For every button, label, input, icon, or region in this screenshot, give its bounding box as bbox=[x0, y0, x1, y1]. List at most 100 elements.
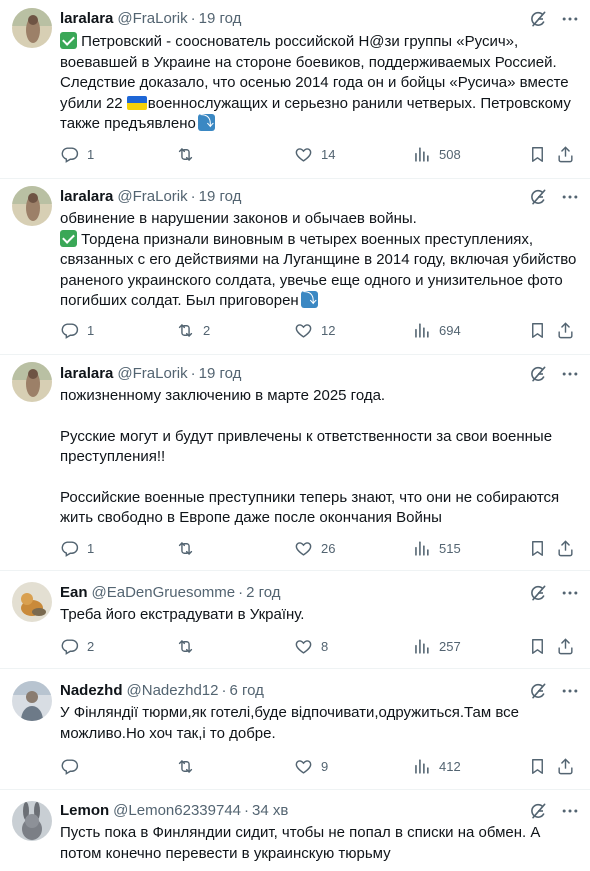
reply-icon bbox=[60, 539, 79, 558]
post-time[interactable]: 2 год bbox=[246, 584, 280, 601]
text-line: убили 22 bbox=[60, 94, 127, 112]
bookmark-button[interactable] bbox=[528, 635, 547, 657]
grok-icon[interactable] bbox=[528, 9, 548, 29]
view-count: 257 bbox=[439, 638, 461, 654]
retweet-button[interactable] bbox=[176, 755, 203, 777]
post[interactable]: laralara @FraLorik · 19 год Петровский - со… bbox=[0, 0, 590, 179]
author-handle[interactable]: @Lemon62339744 bbox=[113, 802, 241, 819]
like-button[interactable]: 8 bbox=[294, 635, 328, 657]
like-button[interactable]: 14 bbox=[294, 143, 335, 165]
views-button[interactable]: 257 bbox=[412, 635, 461, 657]
grok-icon[interactable] bbox=[528, 801, 548, 821]
author-name[interactable]: laralara bbox=[60, 188, 113, 205]
grok-icon[interactable] bbox=[528, 187, 548, 207]
reply-button[interactable]: 1 bbox=[60, 537, 94, 559]
author-name[interactable]: Nadezhd bbox=[60, 682, 123, 699]
author-handle[interactable]: @FraLorik bbox=[117, 365, 187, 382]
post[interactable]: Ean @EaDenGruesomme · 2 год Треба його екст… bbox=[0, 570, 590, 669]
text-line: У Фінляндії тюрми,як готелі,буде відпочи… bbox=[60, 704, 520, 721]
post-time[interactable]: 6 год bbox=[229, 682, 263, 699]
retweet-button[interactable]: 2 bbox=[176, 319, 210, 341]
bookmark-button[interactable] bbox=[528, 319, 547, 341]
post-time[interactable]: 19 год bbox=[199, 10, 242, 27]
bookmark-button[interactable] bbox=[528, 143, 547, 165]
retweet-count: 2 bbox=[203, 322, 211, 338]
view-count: 694 bbox=[439, 322, 461, 338]
share-button[interactable] bbox=[556, 319, 575, 341]
text-line: обвинение в нарушении законов и обычаев … bbox=[60, 210, 417, 227]
reply-button[interactable]: 2 bbox=[60, 635, 94, 657]
retweet-button[interactable] bbox=[176, 143, 203, 165]
reply-button[interactable] bbox=[60, 755, 87, 777]
reply-icon bbox=[60, 637, 79, 656]
grok-icon[interactable] bbox=[528, 681, 548, 701]
post-time[interactable]: 19 год bbox=[199, 365, 242, 382]
views-button[interactable]: 412 bbox=[412, 755, 461, 777]
author-handle[interactable]: @EaDenGruesomme bbox=[92, 584, 236, 601]
post-time[interactable]: 34 хв bbox=[252, 802, 288, 819]
views-button[interactable]: 508 bbox=[412, 143, 461, 165]
post[interactable]: Nadezhd @Nadezhd12 · 6 год У Фінляндії тюрм… bbox=[0, 668, 590, 790]
ukraine-flag-icon bbox=[126, 95, 147, 110]
reply-icon bbox=[60, 321, 79, 340]
post-text: обвинение в нарушении законов и обычаев … bbox=[60, 209, 580, 312]
text-line: связанных с его действиями на Луганщине … bbox=[60, 251, 577, 268]
author-name[interactable]: Lemon bbox=[60, 802, 109, 819]
check-mark-emoji-icon bbox=[60, 32, 77, 49]
share-button[interactable] bbox=[556, 143, 575, 165]
like-button[interactable]: 26 bbox=[294, 537, 335, 559]
grok-icon[interactable] bbox=[528, 364, 548, 384]
bookmark-icon bbox=[528, 539, 547, 558]
more-icon[interactable] bbox=[560, 801, 580, 821]
avatar[interactable] bbox=[12, 582, 52, 622]
author-handle[interactable]: @Nadezhd12 bbox=[127, 682, 219, 699]
more-icon[interactable] bbox=[560, 364, 580, 384]
text-line: Петровский - сооснователь российской Н@з… bbox=[81, 33, 519, 50]
avatar[interactable] bbox=[12, 681, 52, 721]
views-icon bbox=[412, 321, 431, 340]
views-button[interactable]: 515 bbox=[412, 537, 461, 559]
check-mark-emoji-icon bbox=[60, 229, 77, 247]
author-name[interactable]: Ean bbox=[60, 584, 88, 601]
like-button[interactable]: 9 bbox=[294, 755, 328, 777]
separator-dot: · bbox=[190, 10, 196, 27]
like-icon bbox=[294, 145, 313, 164]
avatar[interactable] bbox=[12, 8, 52, 48]
author-handle[interactable]: @FraLorik bbox=[117, 188, 187, 205]
arrow-down-emoji-icon bbox=[300, 289, 318, 310]
retweet-button[interactable] bbox=[176, 635, 203, 657]
text-line: раненого украинского солдата, увечье еще… bbox=[60, 271, 563, 289]
post[interactable]: laralara @FraLorik · 19 год обвинение в нар… bbox=[0, 178, 590, 355]
share-button[interactable] bbox=[556, 537, 575, 559]
more-icon[interactable] bbox=[560, 9, 580, 29]
author-name[interactable]: laralara bbox=[60, 365, 113, 382]
more-icon[interactable] bbox=[560, 187, 580, 207]
author-name[interactable]: laralara bbox=[60, 10, 113, 27]
like-icon bbox=[294, 637, 313, 656]
bookmark-button[interactable] bbox=[528, 537, 547, 559]
more-icon[interactable] bbox=[560, 681, 580, 701]
reply-count: 2 bbox=[87, 638, 95, 654]
separator-dot: · bbox=[238, 584, 244, 601]
reply-button[interactable]: 1 bbox=[60, 143, 94, 165]
share-button[interactable] bbox=[556, 755, 575, 777]
share-button[interactable] bbox=[556, 635, 575, 657]
like-count: 14 bbox=[321, 146, 336, 162]
text-line: жить свободно в Европе даже после оконча… bbox=[60, 509, 442, 526]
reply-button[interactable]: 1 bbox=[60, 319, 94, 341]
post-header: laralara @FraLorik · 19 год bbox=[60, 364, 241, 384]
bookmark-button[interactable] bbox=[528, 755, 547, 777]
more-icon[interactable] bbox=[560, 583, 580, 603]
post-text: пожизненному заключению в марте 2025 год… bbox=[60, 386, 580, 529]
avatar[interactable] bbox=[12, 801, 52, 841]
grok-icon[interactable] bbox=[528, 583, 548, 603]
author-handle[interactable]: @FraLorik bbox=[117, 10, 187, 27]
post-time[interactable]: 19 год bbox=[199, 188, 242, 205]
views-button[interactable]: 694 bbox=[412, 319, 461, 341]
like-button[interactable]: 12 bbox=[294, 319, 335, 341]
avatar[interactable] bbox=[12, 362, 52, 402]
retweet-button[interactable] bbox=[176, 537, 203, 559]
post[interactable]: Lemon @Lemon62339744 · 34 хв Пусть пока в Ф… bbox=[0, 789, 590, 871]
avatar[interactable] bbox=[12, 186, 52, 226]
post[interactable]: laralara @FraLorik · 19 год пожизненному за… bbox=[0, 354, 590, 571]
